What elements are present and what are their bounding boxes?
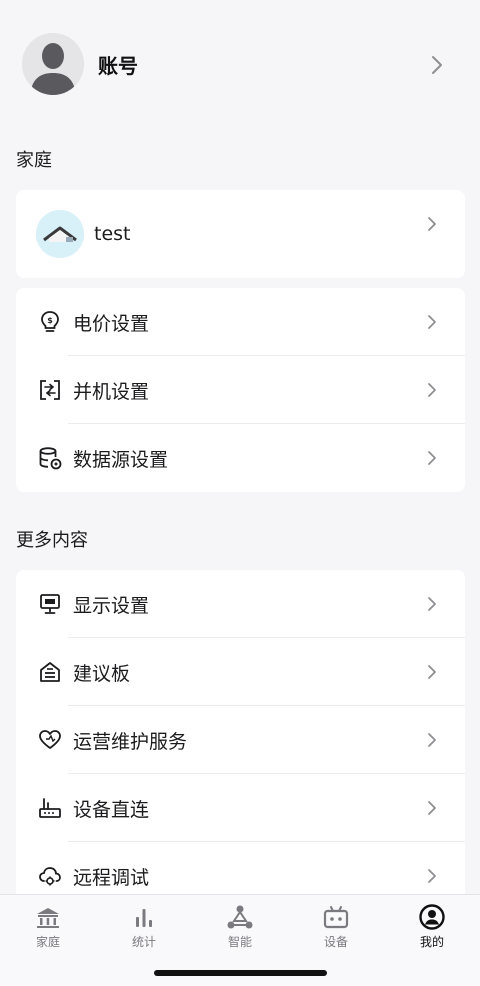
tab-device[interactable]: 设备 xyxy=(288,903,384,953)
data-source-setting-item[interactable]: 数据源设置 xyxy=(16,424,465,492)
chevron-right-icon xyxy=(432,56,442,74)
item-label: 运营维护服务 xyxy=(73,730,188,753)
stats-icon xyxy=(136,909,152,927)
tab-label: 智能 xyxy=(227,935,252,949)
price-setting-item[interactable]: $ 电价设置 xyxy=(16,288,465,356)
chevron-right-icon xyxy=(428,733,436,747)
family-section-title: 家庭 xyxy=(16,150,52,171)
suggestion-box-icon xyxy=(40,662,60,682)
maintenance-heart-icon xyxy=(39,730,61,749)
home-card: test xyxy=(16,190,465,278)
item-label: 数据源设置 xyxy=(73,448,169,471)
parallel-setting-item[interactable]: 并机设置 xyxy=(16,356,465,424)
chevron-right-icon xyxy=(428,383,436,397)
chevron-right-icon xyxy=(428,315,436,329)
monitor-icon xyxy=(40,594,60,614)
tab-profile[interactable]: 我的 xyxy=(384,903,480,953)
more-card: 显示设置 建议板 运营维护服务 设备直连 远程调试 xyxy=(16,570,465,900)
price-bulb-icon: $ xyxy=(41,311,59,332)
profile-icon xyxy=(419,904,445,930)
tab-stats[interactable]: 统计 xyxy=(96,903,192,953)
tab-home[interactable]: 家庭 xyxy=(0,903,96,953)
chevron-right-icon xyxy=(428,597,436,611)
account-row[interactable]: 账号 xyxy=(0,0,480,130)
home-name: test xyxy=(94,223,131,245)
parallel-machine-icon xyxy=(40,380,60,400)
svg-text:$: $ xyxy=(47,316,53,325)
more-section-title: 更多内容 xyxy=(16,530,88,551)
suggestion-board-item[interactable]: 建议板 xyxy=(16,638,465,706)
account-name: 账号 xyxy=(98,54,138,78)
device-direct-connect-item[interactable]: 设备直连 xyxy=(16,774,465,842)
display-setting-item[interactable]: 显示设置 xyxy=(16,570,465,638)
chevron-right-icon xyxy=(428,801,436,815)
remote-debug-item[interactable]: 远程调试 xyxy=(16,842,465,900)
chevron-right-icon xyxy=(428,451,436,465)
item-label: 远程调试 xyxy=(73,866,150,889)
item-label: 并机设置 xyxy=(73,380,150,403)
device-connect-icon xyxy=(39,798,61,818)
maintenance-service-item[interactable]: 运营维护服务 xyxy=(16,706,465,774)
device-icon xyxy=(323,906,349,929)
tab-label: 家庭 xyxy=(35,935,60,949)
tab-label: 统计 xyxy=(131,935,156,949)
home-item[interactable]: test xyxy=(16,190,465,278)
home-house-icon xyxy=(36,210,84,258)
settings-card: $ 电价设置 并机设置 数据源设置 xyxy=(16,288,465,492)
item-label: 建议板 xyxy=(73,662,131,685)
home-indicator xyxy=(154,970,327,976)
smart-icon xyxy=(227,905,253,929)
chevron-right-icon xyxy=(428,869,436,883)
item-label: 电价设置 xyxy=(73,312,150,335)
tab-label: 我的 xyxy=(419,935,444,949)
home-icon xyxy=(37,908,59,928)
item-label: 设备直连 xyxy=(73,798,150,821)
tab-smart[interactable]: 智能 xyxy=(192,903,288,953)
chevron-right-icon xyxy=(428,217,436,231)
cloud-gear-icon xyxy=(39,867,61,886)
data-source-icon xyxy=(39,447,62,470)
user-avatar-icon xyxy=(22,33,84,95)
tab-label: 设备 xyxy=(323,935,348,949)
item-label: 显示设置 xyxy=(73,594,150,617)
chevron-right-icon xyxy=(428,665,436,679)
